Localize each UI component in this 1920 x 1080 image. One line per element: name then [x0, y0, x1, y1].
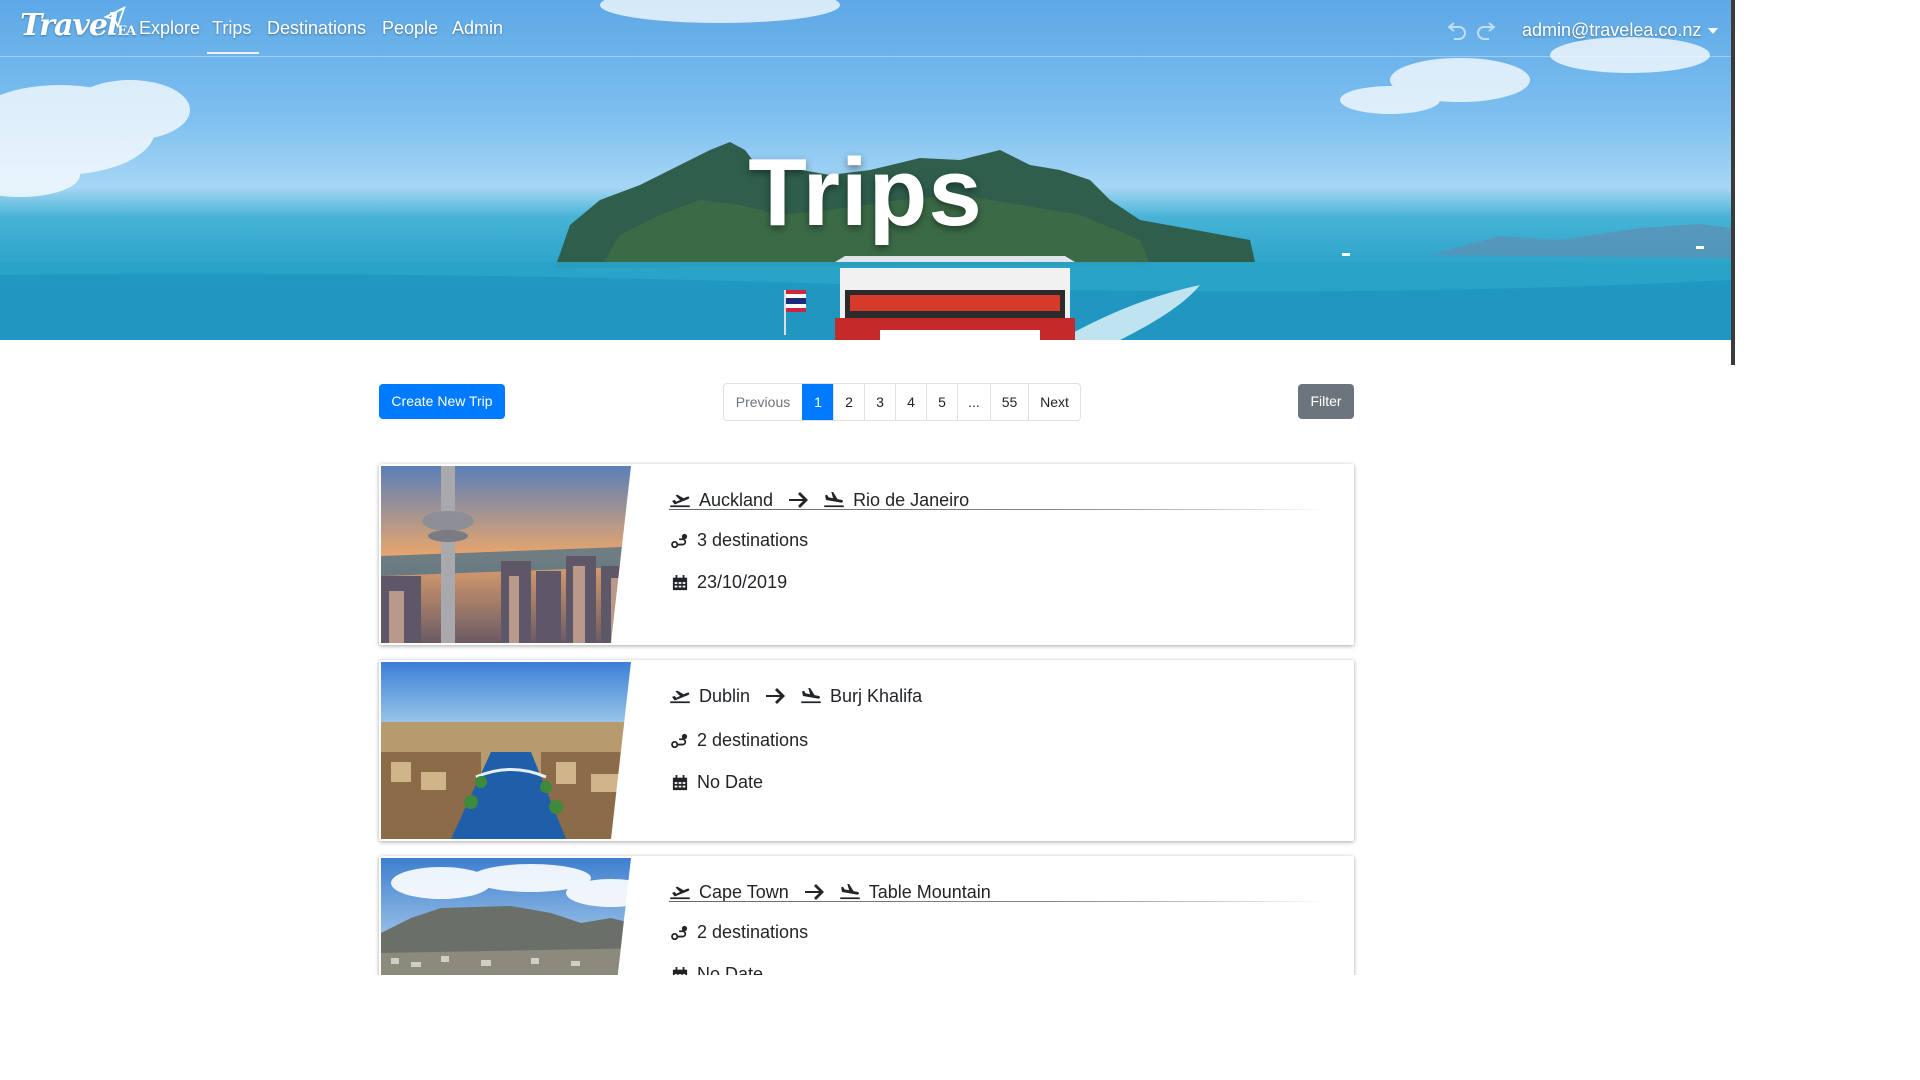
route-icon	[671, 733, 688, 748]
plane-arrival-icon	[801, 688, 821, 704]
top-navbar: TravelEA Explore Trips Destinations Peop…	[0, 0, 1731, 57]
route-icon	[671, 533, 688, 548]
paper-plane-icon	[104, 6, 126, 28]
redo-icon[interactable]	[1474, 17, 1498, 41]
nav-trips[interactable]: Trips	[212, 18, 251, 39]
page-link-3[interactable]: 3	[864, 384, 895, 420]
app-viewport: TravelEA Explore Trips Destinations Peop…	[0, 0, 1735, 975]
hero-banner: TravelEA Explore Trips Destinations Peop…	[0, 0, 1731, 340]
arrow-right-icon	[804, 884, 824, 900]
page-link-1[interactable]: 1	[802, 384, 833, 420]
trip-route: Dublin Burj Khalifa	[669, 682, 1329, 710]
trip-destination: Table Mountain	[868, 881, 991, 902]
trip-destination-count: 3 destinations	[669, 530, 808, 551]
route-divider	[669, 901, 1329, 902]
destination-count-text: 2 destinations	[697, 730, 809, 750]
arrow-right-icon	[766, 688, 786, 704]
route-icon	[671, 925, 688, 940]
calendar-icon	[672, 574, 688, 590]
destination-count-text: 2 destinations	[697, 922, 809, 942]
filter-button[interactable]: Filter	[1298, 384, 1354, 419]
nav-people[interactable]: People	[382, 18, 438, 39]
plane-departure-icon	[670, 494, 690, 508]
calendar-icon	[672, 966, 688, 975]
trip-origin: Dublin	[699, 685, 751, 706]
page-title: Trips	[748, 139, 983, 246]
trip-destination-count: 2 destinations	[669, 730, 808, 751]
brand-name: Travel	[20, 8, 118, 43]
page-link-5[interactable]: 5	[926, 384, 957, 420]
route-divider	[669, 509, 1329, 510]
arrow-right-icon	[789, 492, 809, 508]
trip-card[interactable]: Cape Town Table Mountain 2 destinations …	[379, 856, 1354, 975]
pagination-previous[interactable]: Previous	[724, 384, 802, 420]
page-link-4[interactable]: 4	[895, 384, 926, 420]
trip-date-text: No Date	[697, 964, 764, 975]
active-nav-indicator	[207, 52, 259, 54]
undo-icon[interactable]	[1445, 17, 1469, 41]
trip-image-dublin	[381, 662, 651, 839]
pagination-ellipsis: ...	[957, 384, 990, 420]
trip-origin: Cape Town	[699, 881, 789, 902]
plane-arrival-icon	[824, 492, 844, 508]
trip-date-text: No Date	[697, 772, 764, 792]
nav-admin[interactable]: Admin	[452, 18, 503, 39]
page-link-55[interactable]: 55	[990, 384, 1028, 420]
trip-date: 23/10/2019	[669, 572, 787, 593]
chevron-down-icon[interactable]	[1708, 28, 1718, 34]
calendar-icon	[672, 774, 688, 790]
trip-card[interactable]: Dublin Burj Khalifa 2 destinations No Da…	[379, 660, 1354, 841]
destination-count-text: 3 destinations	[697, 530, 809, 550]
trip-date-text: 23/10/2019	[697, 572, 788, 592]
trip-destination-count: 2 destinations	[669, 922, 808, 943]
trip-card[interactable]: Auckland Rio de Janeiro 3 destinations 2…	[379, 464, 1354, 645]
trip-date: No Date	[669, 964, 763, 975]
trip-origin: Auckland	[699, 489, 774, 510]
scrollbar[interactable]	[1731, 0, 1735, 365]
user-menu-toggle[interactable]: admin@travelea.co.nz	[1522, 20, 1701, 41]
travelea-logo[interactable]: TravelEA	[20, 6, 136, 43]
plane-arrival-icon	[839, 884, 860, 900]
trip-image-cape-town	[381, 858, 651, 975]
plane-departure-icon	[670, 886, 690, 900]
pagination-next[interactable]: Next	[1028, 384, 1080, 420]
ferry-boat-graphic	[835, 256, 1075, 340]
nav-destinations[interactable]: Destinations	[267, 18, 366, 39]
trip-image-auckland	[381, 466, 651, 643]
create-new-trip-button[interactable]: Create New Trip	[379, 384, 505, 419]
nav-explore[interactable]: Explore	[139, 18, 200, 39]
trip-date: No Date	[669, 772, 763, 793]
page-link-2[interactable]: 2	[833, 384, 864, 420]
plane-departure-icon	[670, 690, 690, 704]
trip-destination: Burj Khalifa	[830, 685, 923, 706]
pagination: Previous 1 2 3 4 5 ... 55 Next	[723, 383, 1081, 421]
trip-destination: Rio de Janeiro	[853, 489, 970, 510]
